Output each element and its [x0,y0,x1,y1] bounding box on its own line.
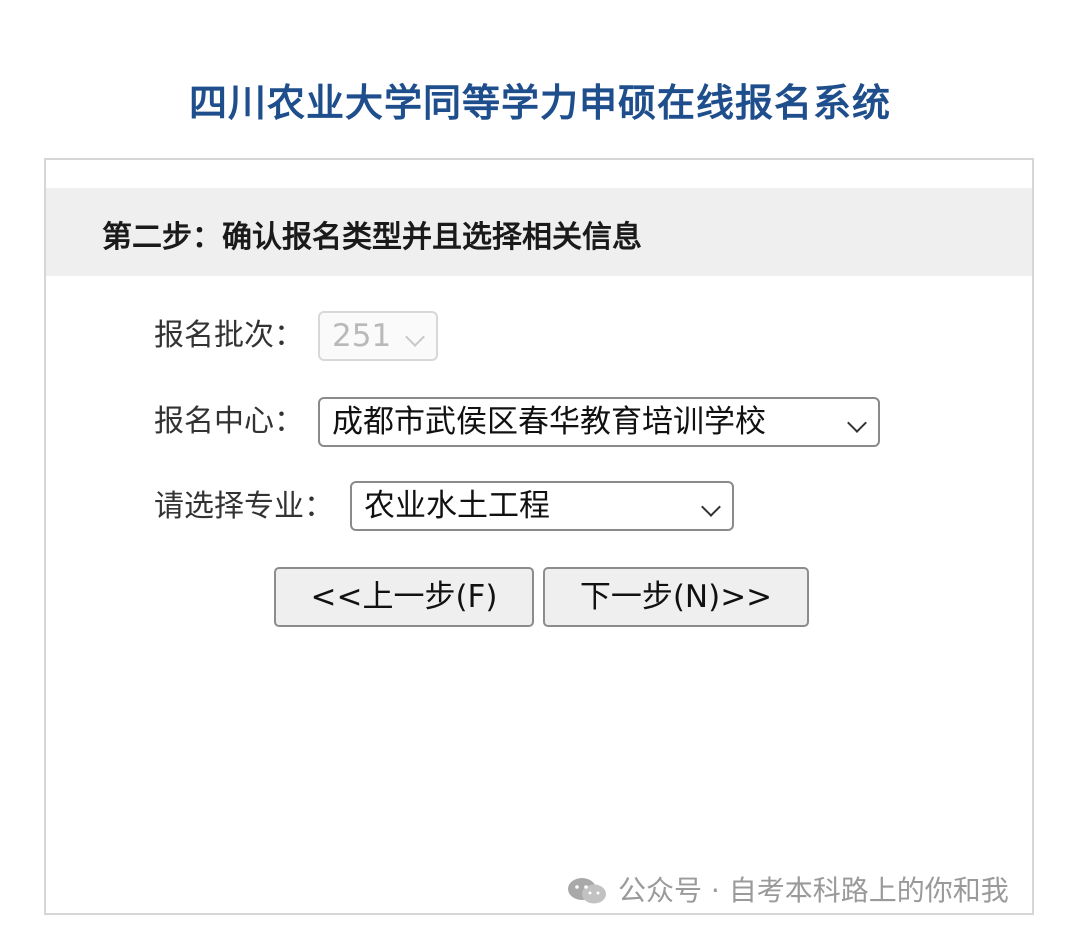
step-header: 第二步：确认报名类型并且选择相关信息 [46,188,1032,276]
center-label: 报名中心： [154,404,304,439]
major-select-value: 农业水土工程 [364,488,550,524]
next-step-button[interactable]: 下一步(N)>> [543,567,809,627]
center-select[interactable]: 成都市武侯区春华教育培训学校 [318,397,880,447]
chevron-down-icon [847,413,867,433]
center-select-value: 成都市武侯区春华教育培训学校 [332,404,766,440]
major-label: 请选择专业： [154,489,334,524]
watermark-text: 公众号 · 自考本科路上的你和我 [618,874,1009,907]
batch-label: 报名批次： [154,318,304,353]
wechat-icon [568,878,606,904]
page-title: 四川农业大学同等学力申硕在线报名系统 [188,81,891,125]
major-select[interactable]: 农业水土工程 [350,481,734,531]
chevron-down-icon [701,497,721,517]
batch-select: 251 [318,311,438,361]
step-title: 第二步：确认报名类型并且选择相关信息 [102,220,642,255]
batch-select-value: 251 [332,318,392,354]
prev-step-button[interactable]: <<上一步(F) [274,567,534,627]
registration-panel: 第二步：确认报名类型并且选择相关信息 报名批次： 251 报名中心： 成都市武侯… [44,158,1034,915]
chevron-down-icon [405,327,425,347]
